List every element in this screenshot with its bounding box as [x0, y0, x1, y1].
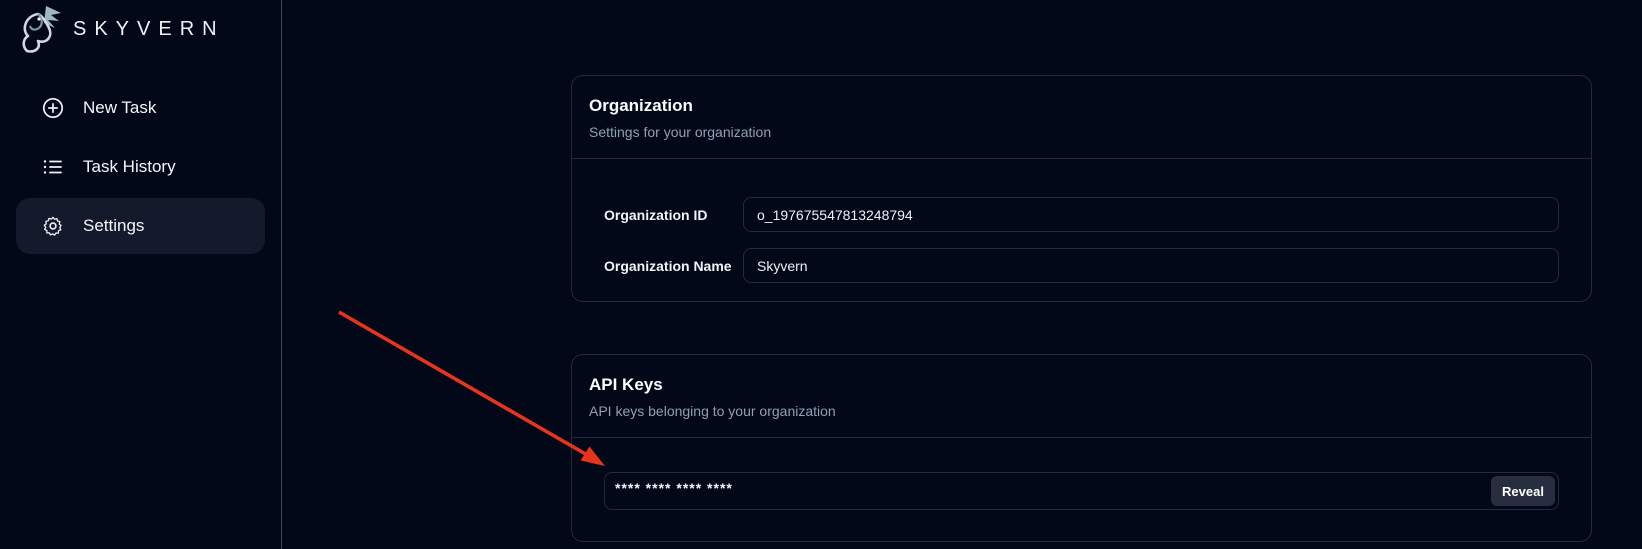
organization-name-label: Organization Name	[604, 258, 743, 274]
organization-card-body: Organization ID Organization Name	[572, 159, 1591, 301]
organization-card-header: Organization Settings for your organizat…	[572, 76, 1591, 159]
reveal-button[interactable]: Reveal	[1491, 476, 1555, 506]
brand-name: SKYVERN	[73, 18, 225, 41]
api-keys-card-subtitle: API keys belonging to your organization	[589, 403, 1574, 419]
gear-icon	[42, 215, 64, 237]
api-key-field: Reveal	[604, 472, 1559, 510]
skyvern-dragon-logo-icon	[16, 5, 64, 53]
brand[interactable]: SKYVERN	[16, 2, 265, 56]
api-keys-card: API Keys API keys belonging to your orga…	[571, 354, 1592, 542]
sidebar: SKYVERN New Task Ta	[0, 0, 282, 549]
organization-id-row: Organization ID	[604, 197, 1559, 232]
organization-name-row: Organization Name	[604, 248, 1559, 283]
organization-name-input[interactable]	[743, 248, 1559, 283]
api-keys-card-header: API Keys API keys belonging to your orga…	[572, 355, 1591, 438]
organization-id-input[interactable]	[743, 197, 1559, 232]
list-icon	[42, 156, 64, 178]
organization-card-subtitle: Settings for your organization	[589, 124, 1574, 140]
sidebar-item-label: Settings	[83, 216, 144, 236]
api-key-input[interactable]	[604, 472, 1559, 510]
sidebar-item-task-history[interactable]: Task History	[16, 139, 265, 195]
sidebar-item-label: Task History	[83, 157, 176, 177]
organization-card-title: Organization	[589, 96, 1574, 116]
organization-card: Organization Settings for your organizat…	[571, 75, 1592, 302]
api-keys-card-body: Reveal	[572, 438, 1591, 541]
sidebar-nav: New Task Task History	[16, 80, 265, 254]
main-content: Organization Settings for your organizat…	[282, 0, 1642, 549]
plus-circle-icon	[42, 97, 64, 119]
organization-id-label: Organization ID	[604, 207, 743, 223]
sidebar-item-label: New Task	[83, 98, 156, 118]
sidebar-item-new-task[interactable]: New Task	[16, 80, 265, 136]
app-root: SKYVERN New Task Ta	[0, 0, 1642, 549]
sidebar-item-settings[interactable]: Settings	[16, 198, 265, 254]
api-keys-card-title: API Keys	[589, 375, 1574, 395]
